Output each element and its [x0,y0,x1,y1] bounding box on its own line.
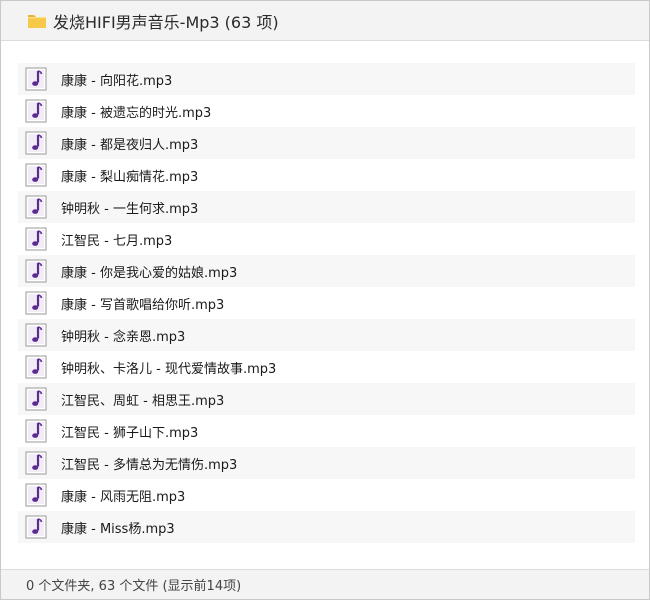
listing-header: 发烧HIFI男声音乐-Mp3 (63 项) [1,1,649,41]
status-bar: 0 个文件夹, 63 个文件 (显示前14项) [1,569,649,599]
file-name: 江智民 - 狮子山下.mp3 [61,425,199,441]
file-row[interactable]: 康康 - Miss杨.mp3 [18,511,635,543]
file-row[interactable]: 钟明秋 - 念亲恩.mp3 [18,319,635,351]
folder-title: 发烧HIFI男声音乐-Mp3 (63 项) [53,12,279,32]
file-row[interactable]: 康康 - 写首歌唱给你听.mp3 [18,287,635,319]
music-file-icon [25,67,47,91]
music-file-icon [25,355,47,379]
file-name: 江智民 - 多情总为无情伤.mp3 [61,457,238,473]
file-name: 江智民 - 七月.mp3 [61,233,173,249]
music-file-icon [25,451,47,475]
file-name: 江智民、周虹 - 相思王.mp3 [61,393,225,409]
file-name: 康康 - 向阳花.mp3 [61,73,173,89]
music-file-icon [25,515,47,539]
music-file-icon [25,483,47,507]
file-name: 康康 - 风雨无阻.mp3 [61,489,186,505]
file-name: 钟明秋 - 一生何求.mp3 [61,201,199,217]
music-file-icon [25,419,47,443]
music-file-icon [25,99,47,123]
file-row[interactable]: 康康 - 梨山痴情花.mp3 [18,159,635,191]
file-name: 康康 - 梨山痴情花.mp3 [61,169,199,185]
file-name: 康康 - 写首歌唱给你听.mp3 [61,297,225,313]
file-row[interactable]: 江智民 - 多情总为无情伤.mp3 [18,447,635,479]
music-file-icon [25,291,47,315]
file-row[interactable]: 江智民、周虹 - 相思王.mp3 [18,383,635,415]
file-name: 康康 - 你是我心爱的姑娘.mp3 [61,265,238,281]
file-name: 康康 - 都是夜归人.mp3 [61,137,199,153]
file-row[interactable]: 钟明秋 - 一生何求.mp3 [18,191,635,223]
file-row[interactable]: 康康 - 向阳花.mp3 [18,63,635,95]
file-count-summary: 0 个文件夹, 63 个文件 (显示前14项) [26,579,242,594]
file-name: 康康 - Miss杨.mp3 [61,521,175,537]
file-row[interactable]: 钟明秋、卡洛儿 - 现代爱情故事.mp3 [18,351,635,383]
music-file-icon [25,323,47,347]
file-name: 康康 - 被遗忘的时光.mp3 [61,105,212,121]
file-row[interactable]: 康康 - 风雨无阻.mp3 [18,479,635,511]
music-file-icon [25,227,47,251]
file-listing-window: 发烧HIFI男声音乐-Mp3 (63 项) 康康 - 向阳花.mp3 康康 - 被… [0,0,650,600]
music-file-icon [25,163,47,187]
music-file-icon [25,387,47,411]
music-file-icon [25,131,47,155]
file-row[interactable]: 江智民 - 七月.mp3 [18,223,635,255]
folder-icon [28,14,46,28]
file-name: 钟明秋、卡洛儿 - 现代爱情故事.mp3 [61,361,277,377]
file-name: 钟明秋 - 念亲恩.mp3 [61,329,186,345]
file-list: 康康 - 向阳花.mp3 康康 - 被遗忘的时光.mp3 康康 - 都是夜归人.mp… [18,63,635,543]
file-row[interactable]: 康康 - 都是夜归人.mp3 [18,127,635,159]
music-file-icon [25,195,47,219]
file-row[interactable]: 康康 - 你是我心爱的姑娘.mp3 [18,255,635,287]
music-file-icon [25,259,47,283]
file-row[interactable]: 江智民 - 狮子山下.mp3 [18,415,635,447]
file-row[interactable]: 康康 - 被遗忘的时光.mp3 [18,95,635,127]
